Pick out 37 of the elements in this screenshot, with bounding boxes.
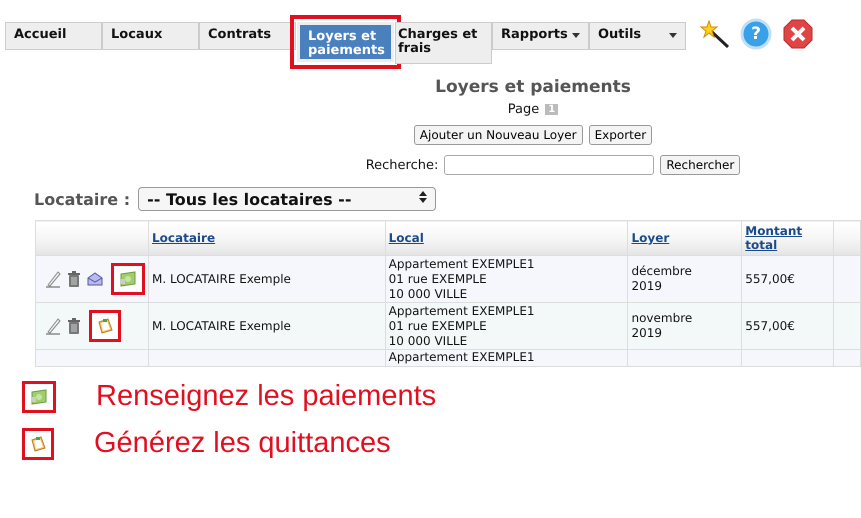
page-title: Loyers et paiements bbox=[435, 77, 631, 97]
banknote-icon[interactable] bbox=[111, 263, 145, 295]
legend-text: Renseignez les paiements bbox=[96, 380, 436, 413]
action-button[interactable]: Ajouter un Nouveau Loyer bbox=[414, 125, 583, 145]
search-label: Recherche: bbox=[366, 158, 438, 172]
banknote-icon bbox=[22, 380, 56, 412]
nav-tab[interactable]: Charges et frais bbox=[395, 22, 492, 64]
table-cell: Appartement EXEMPLE1 bbox=[388, 350, 535, 365]
trash-icon[interactable] bbox=[67, 318, 81, 334]
nav-tab[interactable]: Accueil bbox=[5, 22, 102, 50]
table-cell: M. LOCATAIRE Exemple bbox=[152, 318, 291, 334]
search-field[interactable] bbox=[444, 155, 654, 175]
legend-text: Générez les quittances bbox=[94, 427, 391, 460]
nav-tab[interactable]: Contrats bbox=[199, 22, 296, 50]
table-cell: 557,00€ bbox=[745, 318, 795, 334]
table-cell: novembre 2019 bbox=[631, 311, 692, 341]
trash-icon[interactable] bbox=[67, 271, 81, 287]
envelope-icon[interactable] bbox=[87, 272, 103, 286]
page-label: Page bbox=[508, 102, 540, 117]
nav-tab[interactable]: Outils bbox=[589, 22, 686, 50]
table-cell: Appartement EXEMPLE1 01 rue EXEMPLE 10 000 VILLE bbox=[388, 256, 535, 302]
pencil-icon[interactable] bbox=[45, 317, 61, 335]
close-icon[interactable] bbox=[782, 18, 814, 50]
action-button[interactable]: Exporter bbox=[588, 125, 652, 145]
magic-wand-icon[interactable] bbox=[700, 20, 730, 48]
pencil-icon[interactable] bbox=[45, 270, 61, 288]
tenant-select[interactable]: -- Tous les locataires -- bbox=[138, 187, 436, 211]
table-cell: Appartement EXEMPLE1 01 rue EXEMPLE 10 000 VILLE bbox=[388, 304, 535, 348]
nav-tab[interactable]: Locaux bbox=[102, 22, 199, 50]
clipboard-icon bbox=[22, 428, 54, 460]
clipboard-icon[interactable] bbox=[89, 310, 121, 342]
search-button[interactable]: Rechercher bbox=[660, 155, 740, 175]
nav-tab[interactable]: Rapports bbox=[492, 22, 589, 50]
table-cell: M. LOCATAIRE Exemple bbox=[152, 272, 291, 286]
table-cell: décembre 2019 bbox=[631, 264, 692, 294]
filter-label: Locataire : bbox=[34, 190, 130, 208]
table-cell: 557,00€ bbox=[745, 272, 795, 286]
